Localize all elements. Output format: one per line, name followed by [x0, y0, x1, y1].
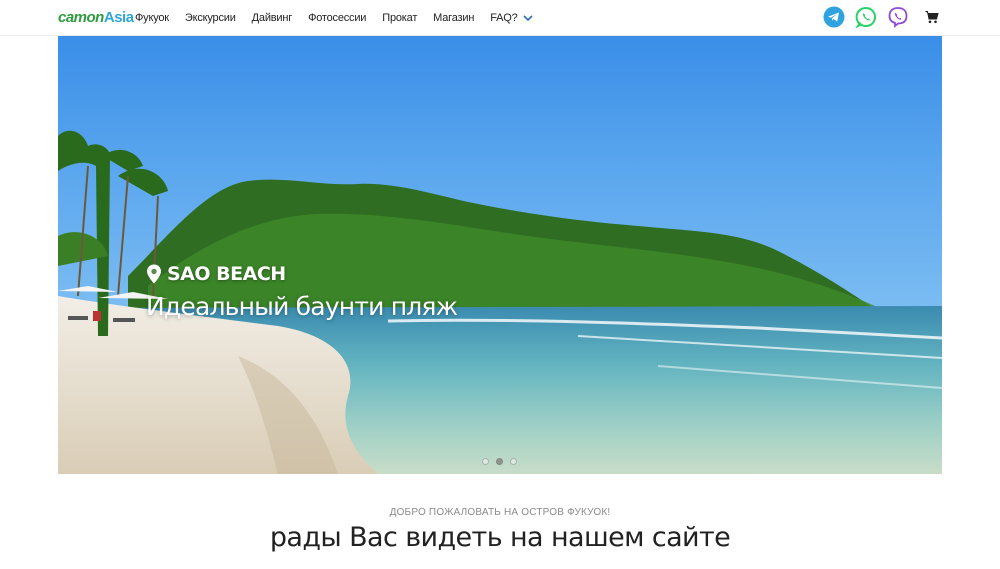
telegram-icon	[823, 6, 845, 28]
logo-part1: camon	[58, 9, 104, 26]
logo-part2: Asia	[103, 9, 134, 26]
nav-item-excursions[interactable]: Экскурсии	[185, 0, 236, 36]
nav-item-faq[interactable]: FAQ?	[490, 0, 533, 36]
nav-item-diving[interactable]: Дайвинг	[252, 0, 293, 36]
slider-dot[interactable]	[510, 458, 517, 465]
slider-dots	[482, 458, 524, 465]
welcome-title: рады Вас видеть на нашем сайте	[269, 522, 731, 553]
nav-item-photosessions[interactable]: Фотосессии	[308, 0, 366, 36]
viber-icon	[888, 7, 908, 28]
nav-item-faq-label: FAQ?	[490, 12, 518, 24]
telegram-link[interactable]	[823, 6, 845, 30]
hero-slider[interactable]: SAO BEACH Идеальный баунти пляж	[58, 36, 942, 474]
slider-dot-active[interactable]	[496, 458, 503, 465]
logo[interactable]: camonAsia	[58, 9, 134, 27]
site-header: camonAsia Фукуок Экскурсии Дайвинг Фотос…	[0, 0, 1000, 36]
beach-photo	[58, 130, 942, 474]
whatsapp-link[interactable]	[855, 6, 877, 30]
slide-location: SAO BEACH	[146, 262, 457, 286]
whatsapp-icon	[855, 6, 877, 28]
slide-caption: SAO BEACH Идеальный баунти пляж	[146, 262, 458, 321]
viber-link[interactable]	[887, 6, 909, 30]
slide-subtitle: Идеальный баунти пляж	[146, 292, 458, 321]
nav-item-phuquoc[interactable]: Фукуок	[135, 0, 169, 36]
nav-item-rental[interactable]: Прокат	[382, 0, 417, 36]
welcome-overline: ДОБРО ПОЖАЛОВАТЬ НА ОСТРОВ ФУКУОК!	[389, 507, 611, 518]
location-pin-icon	[147, 264, 161, 284]
chevron-down-icon	[522, 15, 533, 22]
main-nav: Фукуок Экскурсии Дайвинг Фотосессии Прок…	[135, 0, 534, 36]
slide-title: SAO BEACH	[167, 263, 286, 285]
cart-icon[interactable]	[925, 10, 939, 24]
slider-dot[interactable]	[482, 458, 489, 465]
nav-item-shop[interactable]: Магазин	[433, 0, 474, 36]
